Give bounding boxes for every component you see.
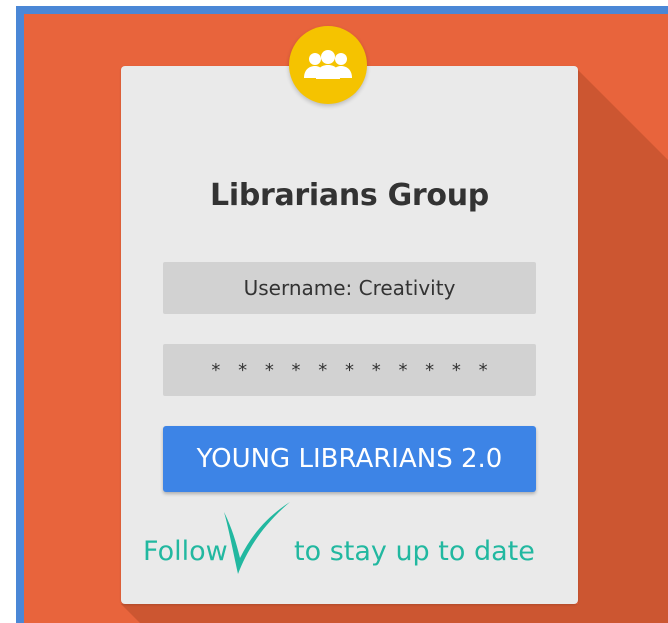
group-avatar-badge (289, 26, 367, 104)
username-field[interactable]: Username: Creativity (163, 262, 536, 314)
username-value: Username: Creativity (243, 276, 456, 300)
login-card (121, 66, 578, 604)
young-librarians-button[interactable]: YOUNG LIBRARIANS 2.0 (163, 426, 536, 492)
button-label: YOUNG LIBRARIANS 2.0 (196, 444, 503, 474)
follow-text-prefix: Follow (143, 536, 228, 567)
follow-text-suffix: to stay up to date (294, 536, 535, 567)
password-value: * * * * * * * * * * * (211, 359, 494, 381)
password-field[interactable]: * * * * * * * * * * * (163, 344, 536, 396)
group-icon (304, 50, 352, 79)
checkmark-icon (224, 502, 290, 574)
group-title: Librarians Group (210, 178, 489, 213)
